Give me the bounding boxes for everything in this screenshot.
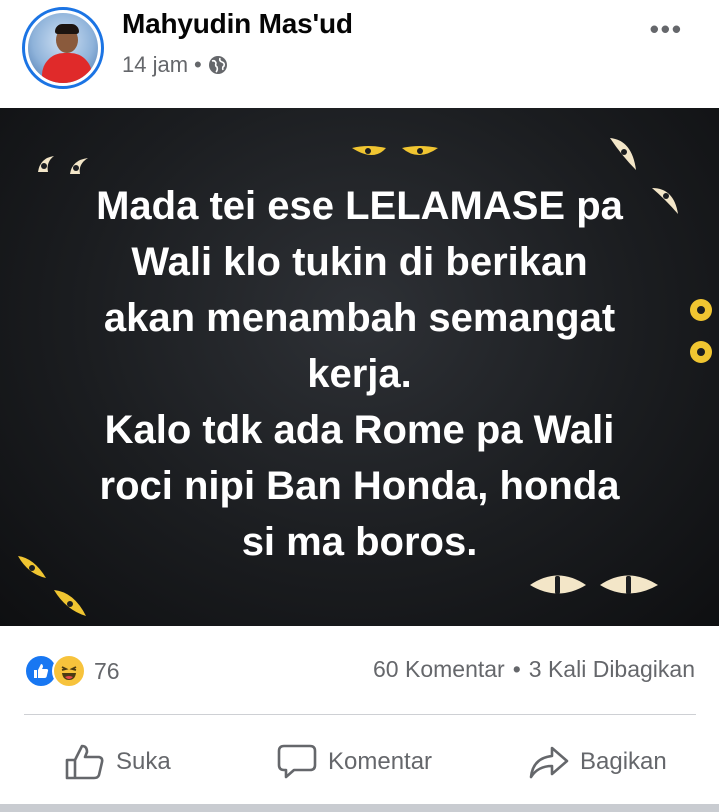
image-caption-text: Mada tei ese LELAMASE pa Wali klo tukin … bbox=[0, 178, 719, 570]
eye-decoration-icon bbox=[352, 146, 438, 155]
thumbs-up-icon bbox=[65, 744, 104, 780]
shares-count[interactable]: 3 Kali Dibagikan bbox=[529, 656, 695, 683]
stats-separator: • bbox=[512, 656, 521, 682]
caption-line: akan menambah semangat bbox=[103, 296, 616, 340]
caption-line: kerja. bbox=[307, 352, 412, 396]
like-button[interactable]: Suka bbox=[64, 742, 171, 782]
feed-separator bbox=[0, 804, 719, 812]
more-options-button[interactable]: ••• bbox=[650, 14, 683, 45]
comment-button[interactable]: Komentar bbox=[276, 742, 432, 782]
comments-count[interactable]: 60 Komentar bbox=[373, 656, 505, 683]
caption-line: Mada tei ese LELAMASE pa bbox=[96, 184, 623, 228]
share-label: Bagikan bbox=[580, 748, 667, 775]
post-stats: 76 60 Komentar • 3 Kali Dibagikan bbox=[0, 626, 719, 714]
comment-icon bbox=[277, 744, 317, 779]
meta-separator: • bbox=[194, 52, 202, 77]
avatar[interactable] bbox=[22, 7, 104, 89]
comments-shares-summary: 60 Komentar • 3 Kali Dibagikan bbox=[373, 656, 695, 683]
post-image[interactable]: Mada tei ese LELAMASE pa Wali klo tukin … bbox=[0, 108, 719, 626]
post-time[interactable]: 14 jam bbox=[122, 52, 188, 78]
post-meta: 14 jam • bbox=[122, 52, 228, 78]
caption-line: Kalo tdk ada Rome pa Wali bbox=[104, 408, 615, 452]
haha-icon bbox=[52, 654, 86, 688]
divider bbox=[24, 714, 696, 715]
globe-icon bbox=[208, 56, 227, 74]
comment-label: Komentar bbox=[328, 748, 433, 775]
reaction-count: 76 bbox=[94, 657, 120, 684]
caption-line: si ma boros. bbox=[241, 520, 478, 564]
post-actions: Suka Komentar Bagikan bbox=[0, 716, 719, 804]
avatar-photo bbox=[28, 13, 98, 83]
post-header: Mahyudin Mas'ud 14 jam • ••• bbox=[0, 0, 719, 108]
like-label: Suka bbox=[116, 748, 171, 775]
author-name[interactable]: Mahyudin Mas'ud bbox=[122, 8, 353, 40]
caption-line: Wali klo tukin di berikan bbox=[131, 240, 588, 284]
eye-decoration-icon bbox=[530, 575, 658, 594]
share-button[interactable]: Bagikan bbox=[528, 742, 667, 782]
reactions-summary[interactable]: 76 bbox=[24, 654, 120, 688]
share-arrow-icon bbox=[529, 746, 569, 779]
caption-line: roci nipi Ban Honda, honda bbox=[99, 464, 620, 508]
eye-decoration-icon bbox=[610, 138, 636, 170]
